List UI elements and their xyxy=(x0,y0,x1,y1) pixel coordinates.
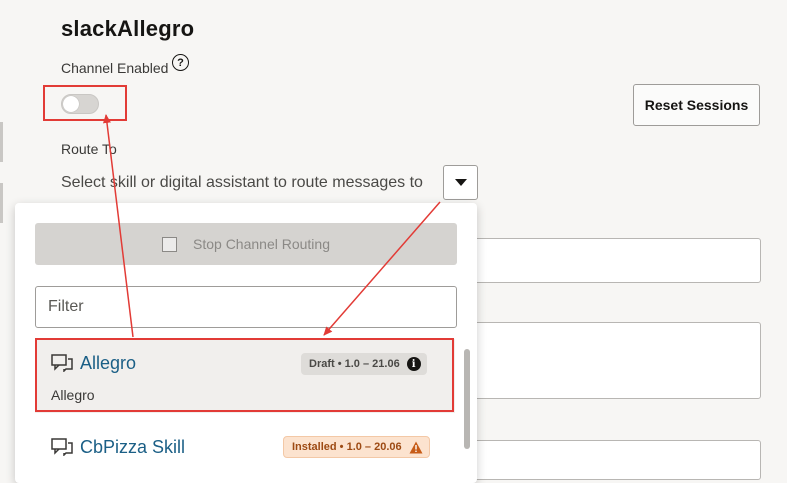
allegro-highlight-annotation xyxy=(35,338,454,412)
filter-input[interactable] xyxy=(35,286,457,328)
status-badge-installed: Installed • 1.0 – 20.06 xyxy=(283,436,430,458)
route-to-label: Route To xyxy=(61,141,117,157)
caret-down-icon xyxy=(454,179,467,186)
stop-channel-routing-option[interactable]: Stop Channel Routing xyxy=(35,223,457,265)
stop-routing-checkbox[interactable] xyxy=(162,236,177,252)
channel-enabled-label: Channel Enabled xyxy=(61,60,169,76)
dropdown-scrollbar[interactable] xyxy=(464,349,470,449)
warning-icon xyxy=(409,441,423,453)
stop-routing-label: Stop Channel Routing xyxy=(193,236,330,252)
reset-sessions-button[interactable]: Reset Sessions xyxy=(633,84,760,126)
badge-text: Installed • 1.0 – 20.06 xyxy=(292,441,402,453)
background-panel-edge xyxy=(0,183,3,223)
skill-name-cbpizza[interactable]: CbPizza Skill xyxy=(80,437,185,458)
help-icon[interactable]: ? xyxy=(172,54,189,71)
toggle-highlight-annotation xyxy=(43,85,127,121)
route-to-select-value[interactable]: Select skill or digital assistant to rou… xyxy=(61,174,423,192)
route-to-dropdown-button[interactable] xyxy=(443,165,478,200)
background-textarea xyxy=(470,322,761,399)
background-field xyxy=(470,238,761,283)
chat-icon xyxy=(51,438,73,456)
list-item-cbpizza-skill[interactable]: CbPizza Skill Installed • 1.0 – 20.06 xyxy=(35,423,455,483)
background-field xyxy=(470,440,761,480)
page-title: slackAllegro xyxy=(61,16,195,41)
background-panel-edge xyxy=(0,122,3,162)
